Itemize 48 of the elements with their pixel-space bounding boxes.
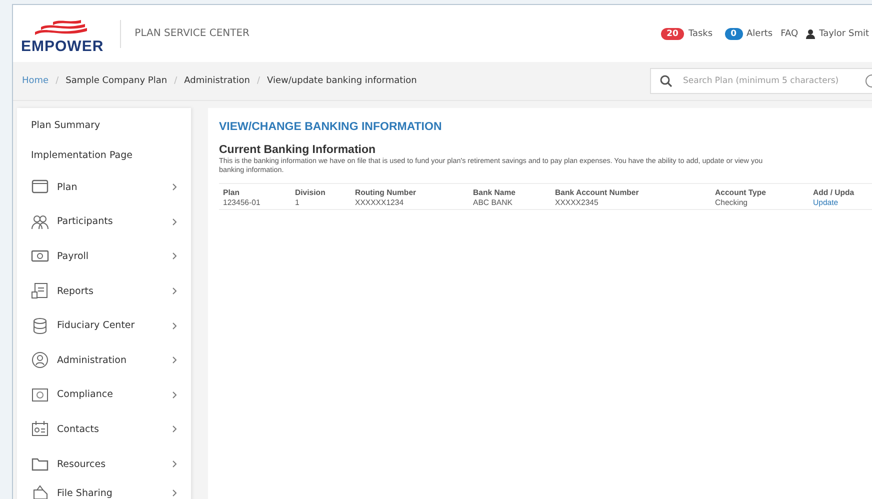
sidebar-item[interactable]: Administration [17, 342, 191, 378]
breadcrumb-separator: / [256, 76, 260, 86]
brand-name: EMPOWER [21, 38, 104, 55]
sidebar-item[interactable]: Resources [17, 446, 191, 482]
person-icon [31, 351, 49, 370]
chevron-right-icon [172, 218, 177, 226]
sidebar-item[interactable]: Participants [17, 204, 191, 240]
chevron-right-icon [172, 460, 177, 468]
people-icon [31, 212, 49, 231]
database-icon [31, 316, 49, 335]
app-title: PLAN SERVICE CENTER [134, 28, 250, 39]
search-field[interactable]: Search Plan (minimum 5 characters) [650, 68, 872, 94]
flag-logo-icon [33, 18, 89, 38]
breadcrumb-link[interactable]: Administration [184, 76, 250, 86]
chevron-right-icon [172, 390, 177, 399]
sidebar-item[interactable]: Implementation Page [17, 140, 191, 170]
chevron-right-icon [172, 489, 177, 498]
breadcrumb-separator: / [174, 76, 178, 86]
chevron-right-icon [172, 287, 177, 296]
sidebar-item[interactable]: Payroll [17, 239, 191, 274]
sidebar-item[interactable]: Reports [17, 274, 191, 308]
user-icon [806, 28, 816, 38]
chevron-right-icon [172, 252, 177, 260]
page-title: VIEW/CHANGE BANKING INFORMATION [219, 121, 443, 133]
sidebar-item[interactable]: Compliance [17, 378, 191, 412]
sidebar-item[interactable]: Plan Summary [17, 110, 191, 140]
chevron-right-icon [172, 183, 177, 192]
breadcrumb-link[interactable]: Sample Company Plan [66, 76, 168, 86]
faq-link[interactable]: FAQ [780, 28, 798, 38]
chevron-right-icon [172, 356, 177, 364]
count-badge: 0 [724, 28, 742, 40]
search-icon [660, 75, 672, 87]
certificate-icon [31, 386, 49, 404]
report-icon [31, 282, 49, 300]
count-badge: 20 [660, 28, 684, 40]
sidebar-item[interactable]: File Sharing [17, 481, 191, 499]
sidebar-item[interactable]: Fiduciary Center [17, 308, 191, 343]
tasks-link[interactable]: Tasks [688, 28, 713, 38]
chevron-right-icon [172, 425, 177, 434]
breadcrumb-separator: / [56, 76, 59, 86]
sidebar-item[interactable]: Plan [17, 170, 191, 205]
section-title: Current Banking Information [219, 144, 377, 156]
user-menu[interactable]: Taylor Smit [819, 28, 869, 38]
sidebar-item[interactable]: Contacts [17, 412, 191, 447]
chevron-right-icon [172, 322, 177, 330]
alerts-link[interactable]: Alerts [746, 28, 773, 38]
contact-card-icon [31, 420, 49, 438]
breadcrumb-link[interactable]: View/update banking information [267, 76, 417, 86]
